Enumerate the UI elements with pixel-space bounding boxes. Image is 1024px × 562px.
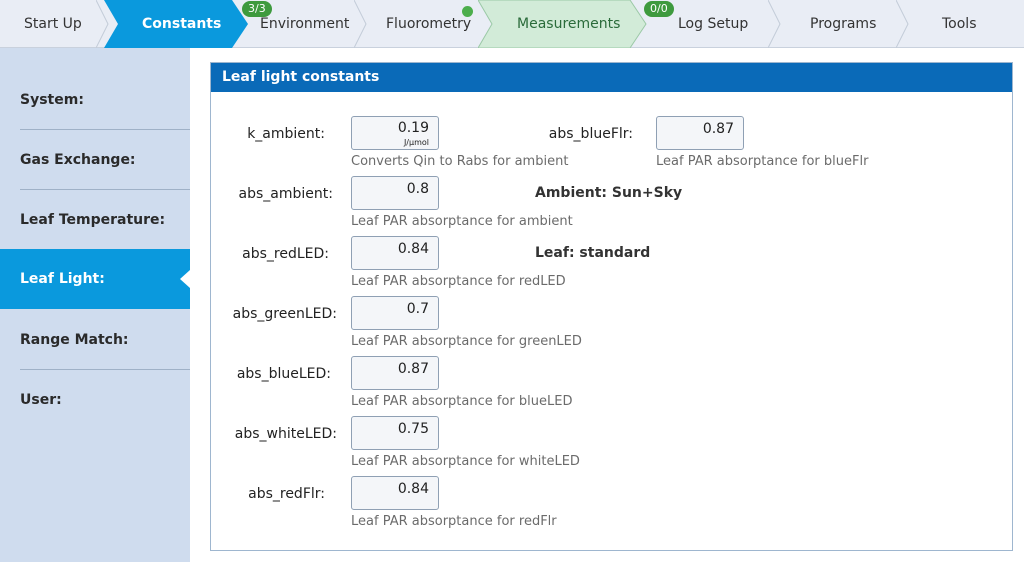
field-value: 0.87 xyxy=(397,361,429,377)
field-label-abs-blueled: abs_blueLED: xyxy=(236,366,331,382)
field-label-abs-redflr: abs_redFlr: xyxy=(248,486,325,502)
tab-label: Measurements xyxy=(517,16,621,32)
tab-label: Start Up xyxy=(24,16,82,32)
field-value: 0.84 xyxy=(397,481,429,497)
tab-environment[interactable]: 3/3 Environment xyxy=(242,0,367,48)
tab-label: Tools xyxy=(942,16,977,32)
field-help: Leaf PAR absorptance for blueLED xyxy=(351,394,573,409)
abs-ambient-input[interactable]: 0.8 xyxy=(351,176,439,210)
sidebar-item-user[interactable]: User: xyxy=(0,370,190,430)
field-help: Leaf PAR absorptance for redLED xyxy=(351,274,566,289)
sidebar-item-label: Range Match: xyxy=(20,332,129,348)
sidebar-item-system[interactable]: System: xyxy=(0,70,190,130)
sidebar-item-label: User: xyxy=(20,392,62,408)
panel-title: Leaf light constants xyxy=(211,63,1012,92)
field-value: 0.8 xyxy=(406,181,429,197)
field-value: 0.87 xyxy=(702,121,734,137)
field-help: Leaf PAR absorptance for ambient xyxy=(351,214,573,229)
tab-start-up[interactable]: Start Up xyxy=(0,0,109,48)
tab-tools[interactable]: Tools xyxy=(900,0,1024,48)
field-label-abs-blueflr: abs_blueFlr: xyxy=(548,126,633,142)
tab-log-setup[interactable]: 0/0 Log Setup xyxy=(644,0,781,48)
field-label-k-ambient: k_ambient: xyxy=(247,126,325,142)
tab-label: Constants xyxy=(142,16,222,32)
field-value: 0.19 xyxy=(397,120,429,136)
field-label-abs-redled: abs_redLED: xyxy=(242,246,329,262)
field-value: 0.84 xyxy=(397,241,429,257)
abs-redflr-input[interactable]: 0.84 xyxy=(351,476,439,510)
field-help: Converts Qin to Rabs for ambient xyxy=(351,154,569,169)
tab-measurements[interactable]: Measurements xyxy=(478,0,650,48)
sidebar-item-leaf-light[interactable]: Leaf Light: xyxy=(0,249,190,309)
sidebar-item-label: Gas Exchange: xyxy=(20,152,136,168)
k-ambient-input[interactable]: 0.19 J/µmol xyxy=(351,116,439,150)
abs-blueled-input[interactable]: 0.87 xyxy=(351,356,439,390)
abs-whiteled-input[interactable]: 0.75 xyxy=(351,416,439,450)
sidebar: System: Gas Exchange: Leaf Temperature: … xyxy=(0,48,190,562)
tab-fluorometry[interactable]: Fluorometry xyxy=(366,0,482,48)
abs-redled-input[interactable]: 0.84 xyxy=(351,236,439,270)
tab-label: Log Setup xyxy=(678,16,749,32)
tab-label: Fluorometry xyxy=(386,16,472,32)
ambient-source-selector[interactable]: Ambient: Sun+Sky xyxy=(535,185,682,201)
tab-label: Environment xyxy=(260,16,350,32)
field-help: Leaf PAR absorptance for blueFlr xyxy=(656,154,869,169)
leaf-light-constants-panel: Leaf light constants k_ambient: 0.19 J/µ… xyxy=(210,62,1013,551)
log-setup-badge: 0/0 xyxy=(644,1,674,17)
sidebar-item-range-match[interactable]: Range Match: xyxy=(0,310,190,370)
field-help: Leaf PAR absorptance for redFlr xyxy=(351,514,557,529)
abs-blueflr-input[interactable]: 0.87 xyxy=(656,116,744,150)
field-help: Leaf PAR absorptance for greenLED xyxy=(351,334,582,349)
sidebar-item-gas-exchange[interactable]: Gas Exchange: xyxy=(0,130,190,190)
abs-greenled-input[interactable]: 0.7 xyxy=(351,296,439,330)
field-label-abs-greenled: abs_greenLED: xyxy=(232,306,337,322)
tab-programs[interactable]: Programs xyxy=(776,0,909,48)
field-value: 0.75 xyxy=(397,421,429,437)
field-help: Leaf PAR absorptance for whiteLED xyxy=(351,454,580,469)
tab-constants[interactable]: Constants xyxy=(104,0,248,48)
sidebar-item-label: System: xyxy=(20,92,84,108)
sidebar-item-label: Leaf Temperature: xyxy=(20,212,166,228)
field-label-abs-ambient: abs_ambient: xyxy=(238,186,333,202)
sidebar-item-leaf-temperature[interactable]: Leaf Temperature: xyxy=(0,190,190,250)
tab-label: Programs xyxy=(810,16,877,32)
field-label-abs-whiteled: abs_whiteLED: xyxy=(234,426,337,442)
leaf-type-selector[interactable]: Leaf: standard xyxy=(535,245,650,261)
sidebar-item-label: Leaf Light: xyxy=(20,271,105,287)
active-indicator-icon xyxy=(180,270,190,288)
field-value: 0.7 xyxy=(406,301,429,317)
top-tab-bar: Start Up Constants 3/3 Environment Fluor… xyxy=(0,0,1024,48)
field-unit: J/µmol xyxy=(403,138,429,147)
